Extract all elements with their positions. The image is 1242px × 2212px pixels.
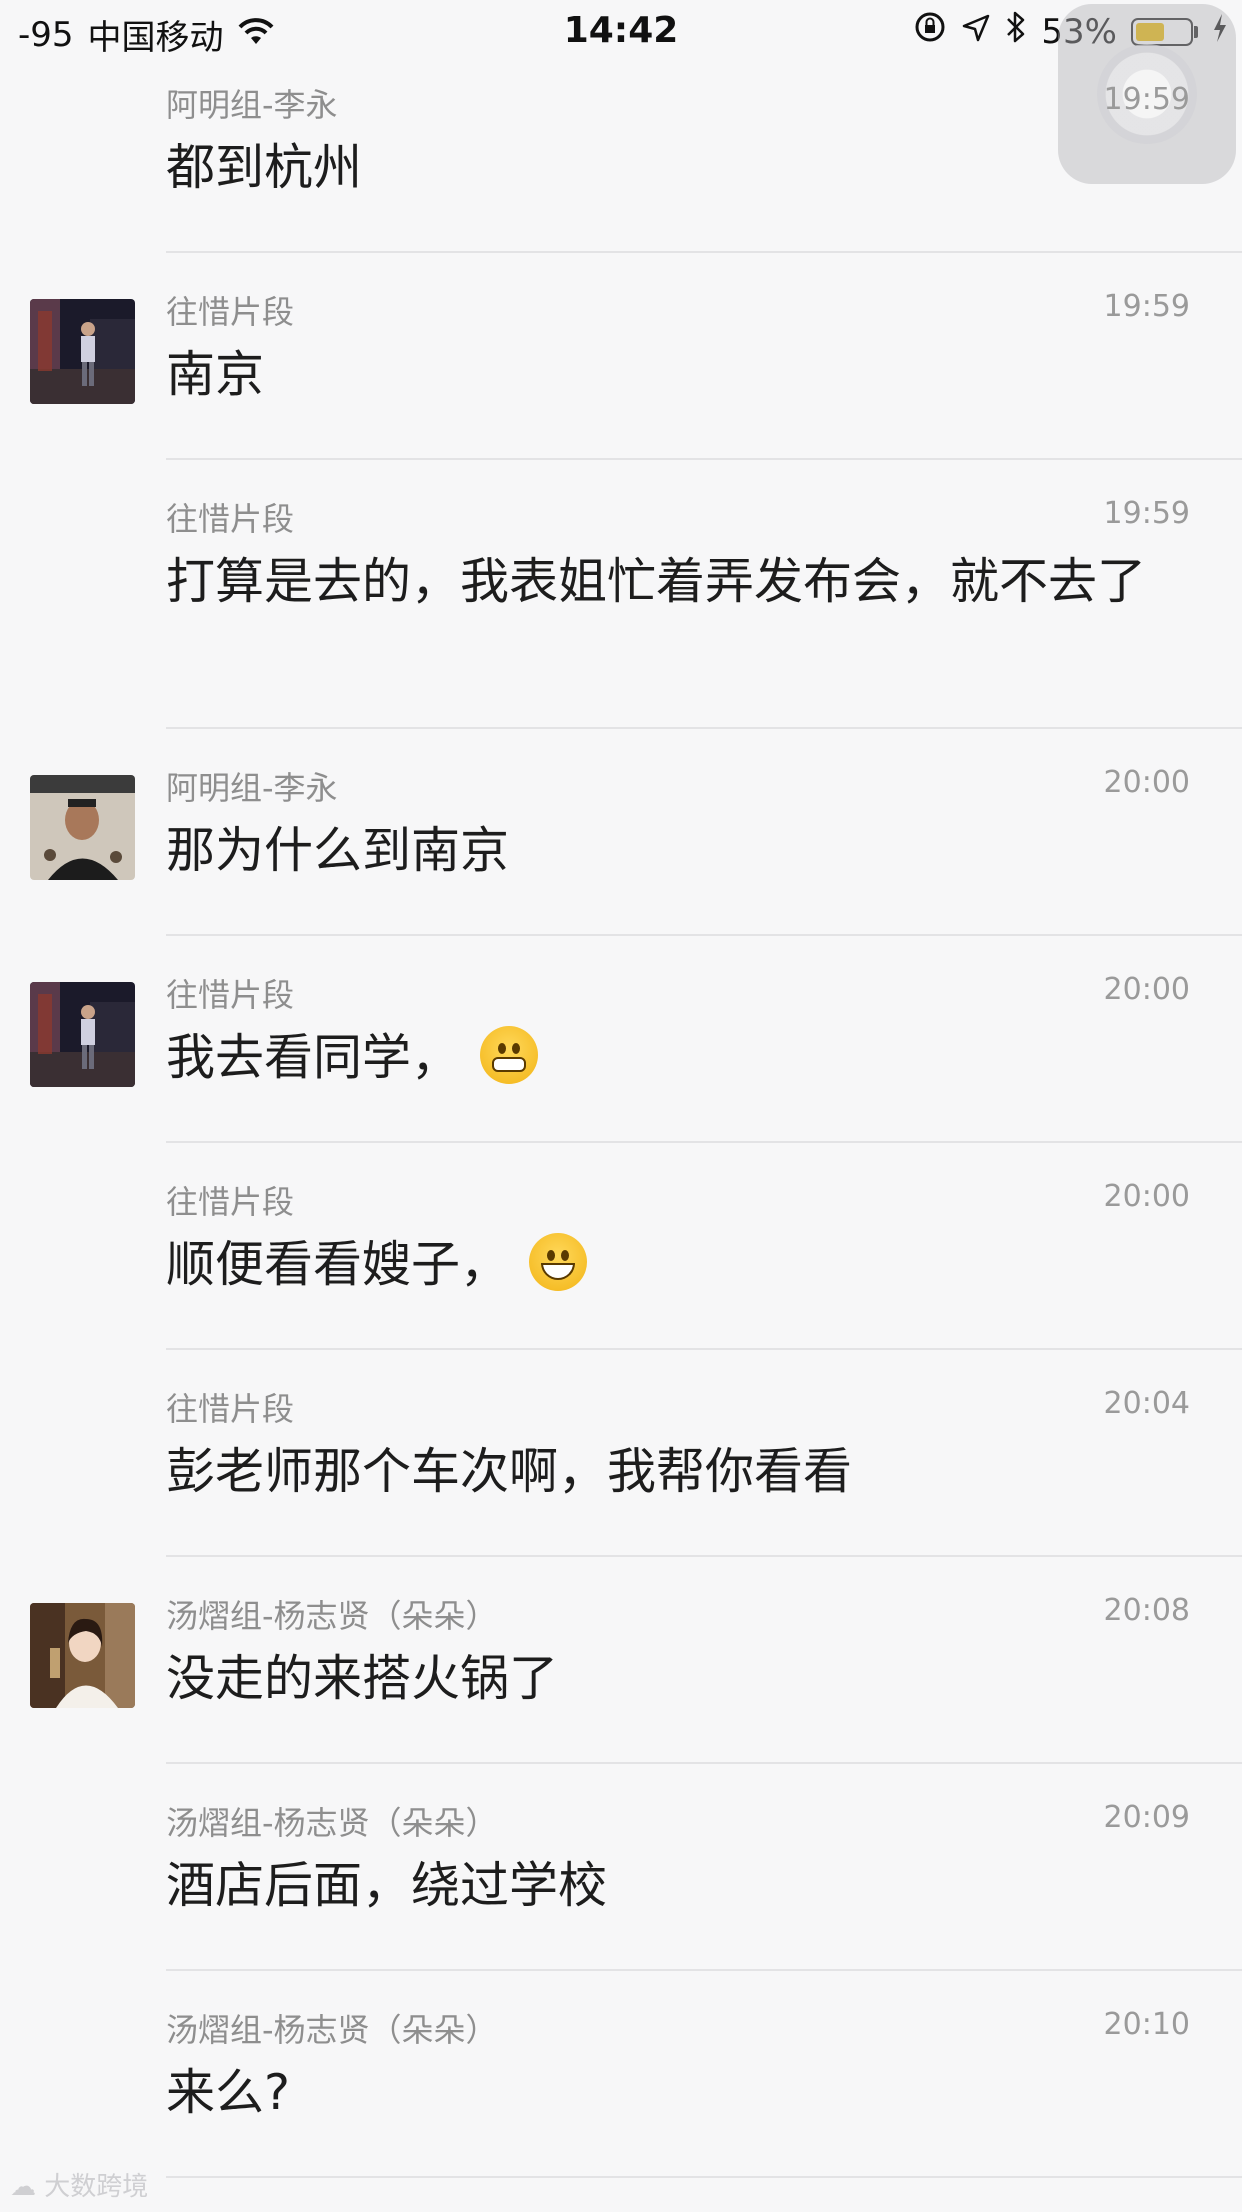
smiling-face-icon	[529, 1233, 588, 1291]
location-icon	[961, 12, 991, 52]
divider	[166, 1969, 1242, 1971]
message-time: 20:08	[1103, 1593, 1190, 1628]
divider	[166, 727, 1242, 729]
message-item[interactable]: 阿明组-李永 20:00 那为什么到南京	[0, 763, 1242, 970]
message-time: 19:59	[1103, 82, 1190, 117]
emoji-eye	[512, 1043, 521, 1054]
bluetooth-icon	[1005, 10, 1027, 53]
avatar[interactable]	[30, 775, 135, 880]
message-item[interactable]: 往惜片段 20:00 我去看同学，	[0, 970, 1242, 1177]
sender-name: 阿明组-李永	[166, 769, 338, 807]
divider	[166, 251, 1242, 253]
emoji-eye	[498, 1043, 507, 1054]
message-item[interactable]: 汤熠组-杨志贤（朵朵） 20:08 没走的来搭火锅了	[0, 1591, 1242, 1798]
message-text-content: 来么?	[166, 2064, 291, 2121]
message-text-content: 没走的来搭火锅了	[166, 1650, 559, 1707]
message-text-content: 彭老师那个车次啊，我帮你看看	[166, 1443, 853, 1500]
message-time: 20:00	[1103, 1179, 1190, 1214]
watermark-text: 大数跨境	[44, 2172, 149, 2202]
message-text-content: 我去看同学，	[166, 1029, 461, 1086]
message-item[interactable]: 往惜片段 20:04 彭老师那个车次啊，我帮你看看	[0, 1384, 1242, 1591]
divider	[166, 2176, 1242, 2178]
avatar[interactable]	[30, 299, 135, 404]
sender-name: 汤熠组-杨志贤（朵朵）	[166, 1597, 498, 1635]
sender-name: 往惜片段	[166, 976, 295, 1014]
divider	[166, 1555, 1242, 1557]
message-text: 酒店后面，绕过学校	[166, 1854, 1176, 1918]
sender-name: 往惜片段	[166, 293, 295, 331]
watermark: ☁ 大数跨境	[10, 2166, 148, 2203]
emoji-mouth	[492, 1057, 527, 1072]
avatar[interactable]	[30, 1603, 135, 1708]
message-text-content: 南京	[166, 346, 265, 403]
message-item[interactable]: 汤熠组-杨志贤（朵朵） 20:10 来么?	[0, 2005, 1242, 2212]
message-text: 我去看同学，	[166, 1026, 1176, 1090]
divider	[166, 934, 1242, 936]
message-time: 19:59	[1103, 496, 1190, 531]
sender-name: 汤熠组-杨志贤（朵朵）	[166, 1804, 498, 1842]
message-item[interactable]: 往惜片段 19:59 南京	[0, 287, 1242, 494]
message-time: 20:00	[1103, 765, 1190, 800]
message-time: 19:59	[1103, 289, 1190, 324]
message-text: 都到杭州	[166, 136, 1176, 200]
sender-name: 汤熠组-杨志贤（朵朵）	[166, 2011, 498, 2049]
grinning-face-icon	[480, 1026, 539, 1084]
divider	[166, 1141, 1242, 1143]
watermark-logo-icon: ☁	[10, 2172, 36, 2202]
message-item[interactable]: 阿明组-李永 19:59 都到杭州	[0, 80, 1242, 287]
message-text: 来么?	[166, 2061, 1176, 2125]
message-text-content: 酒店后面，绕过学校	[166, 1857, 608, 1914]
emoji-mouth	[541, 1263, 576, 1280]
sender-name: 往惜片段	[166, 1183, 295, 1221]
message-text: 那为什么到南京	[166, 819, 1176, 883]
message-text: 顺便看看嫂子，	[166, 1233, 1176, 1297]
status-bar: -95 中国移动 14:42 53%	[0, 0, 1242, 60]
message-text: 南京	[166, 343, 1176, 407]
divider	[166, 1348, 1242, 1350]
sender-name: 往惜片段	[166, 500, 295, 538]
message-time: 20:09	[1103, 1800, 1190, 1835]
message-text-content: 那为什么到南京	[166, 822, 510, 879]
message-text: 彭老师那个车次啊，我帮你看看	[166, 1440, 1176, 1504]
message-time: 20:10	[1103, 2007, 1190, 2042]
message-text-content: 打算是去的，我表姐忙着弄发布会，就不去了	[166, 553, 1147, 610]
orientation-lock-icon	[913, 10, 947, 53]
message-text-content: 顺便看看嫂子，	[166, 1236, 510, 1293]
message-time: 20:00	[1103, 972, 1190, 1007]
emoji-eye	[547, 1250, 556, 1261]
sender-name: 往惜片段	[166, 1390, 295, 1428]
message-item[interactable]: 汤熠组-杨志贤（朵朵） 20:09 酒店后面，绕过学校	[0, 1798, 1242, 2005]
divider	[166, 458, 1242, 460]
avatar[interactable]	[30, 982, 135, 1087]
message-item[interactable]: 往惜片段 20:00 顺便看看嫂子，	[0, 1177, 1242, 1384]
divider	[166, 1762, 1242, 1764]
message-time: 20:04	[1103, 1386, 1190, 1421]
emoji-eye	[561, 1250, 570, 1261]
message-text: 没走的来搭火锅了	[166, 1647, 1176, 1711]
message-text: 打算是去的，我表姐忙着弄发布会，就不去了	[166, 550, 1176, 614]
message-text-content: 都到杭州	[166, 139, 363, 196]
sender-name: 阿明组-李永	[166, 86, 338, 124]
message-item[interactable]: 往惜片段 19:59 打算是去的，我表姐忙着弄发布会，就不去了	[0, 494, 1242, 763]
